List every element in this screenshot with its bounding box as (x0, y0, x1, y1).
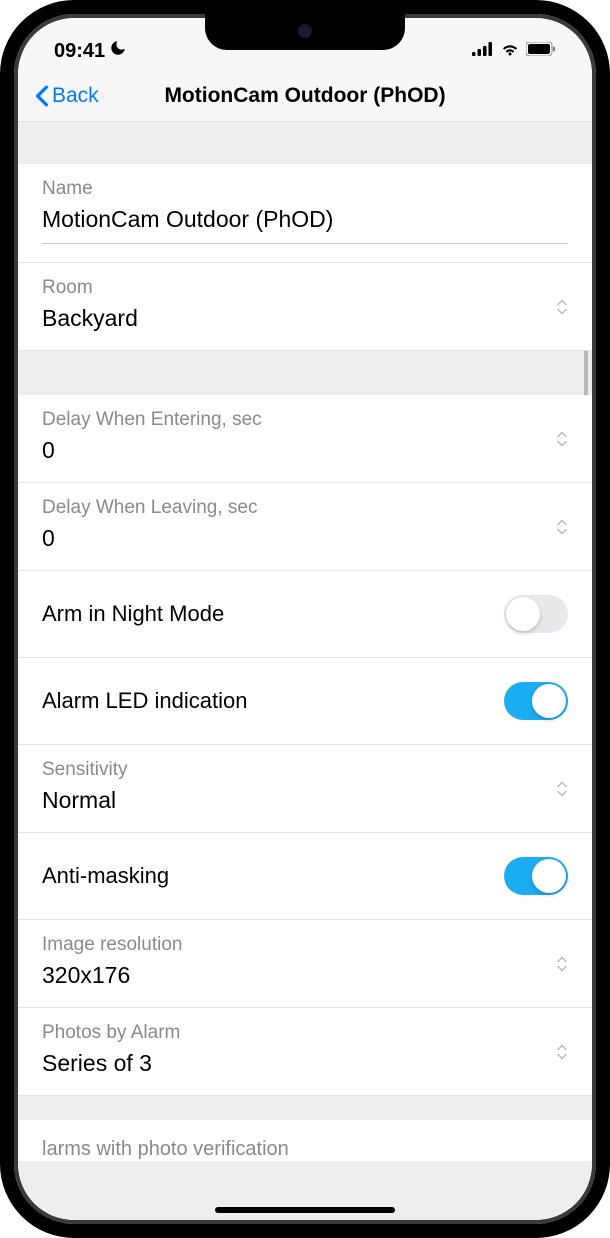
image-resolution-stepper-icon[interactable] (556, 955, 568, 972)
delay-leaving-stepper-icon[interactable] (556, 518, 568, 535)
photos-by-alarm-stepper-icon[interactable] (556, 1043, 568, 1060)
alarm-led-toggle[interactable] (504, 682, 568, 720)
room-label: Room (42, 277, 568, 299)
anti-masking-row[interactable]: Anti-masking (18, 833, 592, 920)
delay-entering-value: 0 (42, 437, 568, 464)
sensitivity-label: Sensitivity (42, 759, 568, 781)
back-label: Back (52, 84, 99, 108)
sensitivity-value: Normal (42, 787, 568, 814)
back-button[interactable]: Back (18, 84, 99, 108)
photos-by-alarm-label: Photos by Alarm (42, 1022, 568, 1044)
delay-entering-row[interactable]: Delay When Entering, sec 0 (18, 395, 592, 483)
page-title: MotionCam Outdoor (PhOD) (18, 84, 592, 108)
image-resolution-row[interactable]: Image resolution 320x176 (18, 920, 592, 1008)
photos-by-alarm-row[interactable]: Photos by Alarm Series of 3 (18, 1008, 592, 1096)
wifi-icon (500, 42, 520, 61)
nav-bar: Back MotionCam Outdoor (PhOD) (18, 70, 592, 122)
name-row[interactable]: Name MotionCam Outdoor (PhOD) (18, 164, 592, 263)
chevron-left-icon (34, 85, 50, 107)
delay-leaving-value: 0 (42, 525, 568, 552)
battery-icon (526, 42, 556, 61)
image-resolution-label: Image resolution (42, 934, 568, 956)
alarms-photo-verification-label: larms with photo verification (42, 1138, 289, 1160)
arm-night-mode-toggle[interactable] (504, 595, 568, 633)
settings-content[interactable]: Name MotionCam Outdoor (PhOD) Room Backy… (18, 122, 592, 1220)
sensitivity-stepper-icon[interactable] (556, 780, 568, 797)
home-indicator[interactable] (215, 1207, 395, 1213)
room-stepper-icon[interactable] (556, 298, 568, 315)
photos-by-alarm-value: Series of 3 (42, 1050, 568, 1077)
anti-masking-toggle[interactable] (504, 857, 568, 895)
anti-masking-label: Anti-masking (42, 863, 169, 889)
delay-leaving-label: Delay When Leaving, sec (42, 497, 568, 519)
arm-night-mode-row[interactable]: Arm in Night Mode (18, 571, 592, 658)
delay-leaving-row[interactable]: Delay When Leaving, sec 0 (18, 483, 592, 571)
delay-entering-stepper-icon[interactable] (556, 430, 568, 447)
dnd-moon-icon (109, 39, 127, 63)
name-value[interactable]: MotionCam Outdoor (PhOD) (42, 206, 568, 244)
status-time: 09:41 (54, 40, 105, 63)
image-resolution-value: 320x176 (42, 962, 568, 989)
name-label: Name (42, 178, 568, 200)
cellular-signal-icon (472, 42, 494, 61)
room-value: Backyard (42, 305, 568, 332)
alarm-led-label: Alarm LED indication (42, 688, 247, 714)
sensitivity-row[interactable]: Sensitivity Normal (18, 745, 592, 833)
delay-entering-label: Delay When Entering, sec (42, 409, 568, 431)
arm-night-mode-label: Arm in Night Mode (42, 601, 224, 627)
alarm-led-row[interactable]: Alarm LED indication (18, 658, 592, 745)
room-row[interactable]: Room Backyard (18, 263, 592, 351)
alarms-photo-verification-row[interactable]: larms with photo verification (18, 1120, 592, 1161)
